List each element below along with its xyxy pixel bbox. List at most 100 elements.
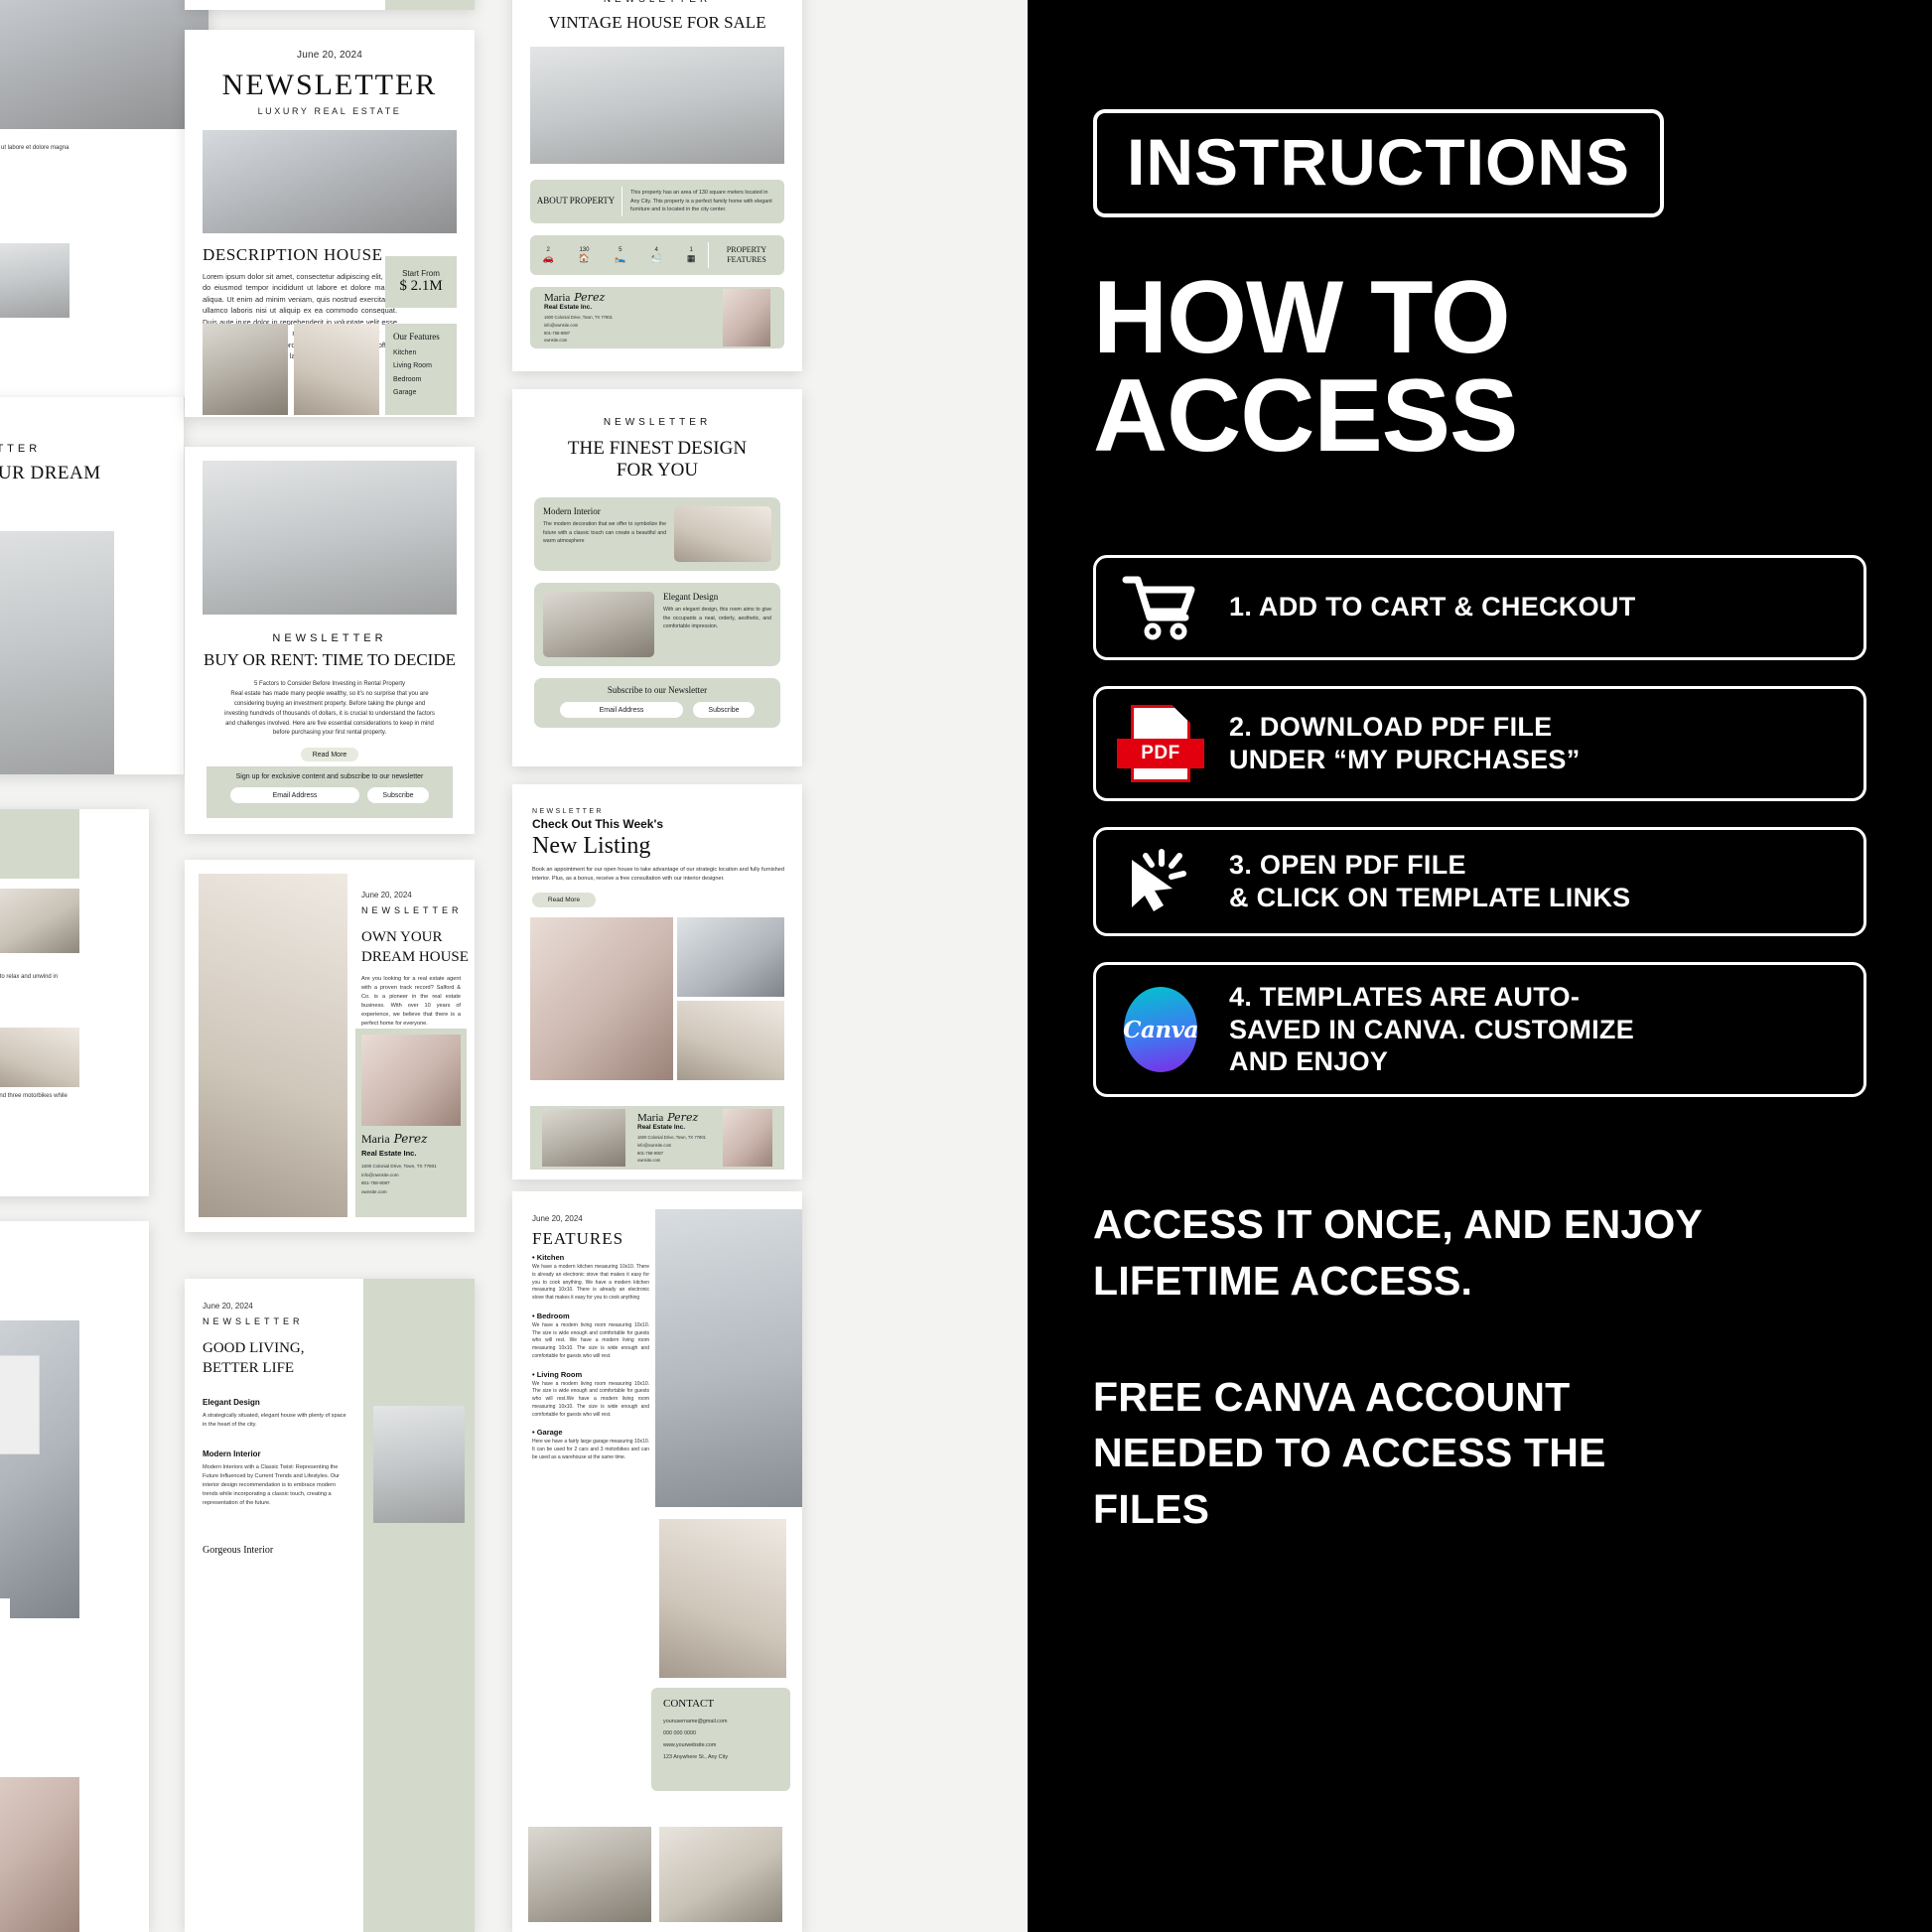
collage-card-finest-design[interactable]: NEWSLETTER THE FINEST DESIGN FOR YOU Mod… <box>512 389 802 766</box>
section-2-title: Modern Interior <box>203 1449 261 1458</box>
stat-car: 2 🚗 <box>543 247 554 264</box>
card-eyebrow: NEWSLETTER <box>512 0 802 5</box>
photo-chair <box>659 1519 786 1678</box>
collage-card-vintage[interactable]: NEWSLETTER VINTAGE HOUSE FOR SALE ABOUT … <box>512 0 802 371</box>
email-input[interactable]: Email Address <box>230 787 359 803</box>
agent-name: Maria <box>637 1111 664 1124</box>
photo-agent <box>0 1777 79 1932</box>
collage-card-estate-topleft[interactable]: ATE rcing elit, sed do r ut labore et do… <box>0 0 208 397</box>
card-body-fragment: rcing elit, sed do r ut labore et dolore… <box>0 145 69 151</box>
subscribe-button[interactable]: Subscribe <box>367 787 429 803</box>
features-label: PROPERTY FEATURES <box>726 244 767 264</box>
feature-item: Living Room <box>393 362 432 370</box>
collage-card-environment[interactable]: June 20, 2024 NEWSLETTER ENVIRONMENT Mod… <box>0 1221 149 1932</box>
step-add-to-cart[interactable]: 1. ADD TO CART & CHECKOUT <box>1093 554 1866 660</box>
card-title-line1: OWN YOUR DREAM <box>0 463 101 483</box>
step-open-pdf[interactable]: 3. OPEN PDF FILE & CLICK ON TEMPLATE LIN… <box>1093 826 1866 936</box>
block-2-text: With an elegant design, this room aims t… <box>663 607 771 630</box>
step-canva-autosave[interactable]: Canva 4. TEMPLATES ARE AUTO- SAVED IN CA… <box>1093 961 1866 1098</box>
agent-company: Real Estate Inc. <box>637 1123 686 1131</box>
card-title: NEWSLETTER <box>221 69 438 101</box>
features-box: Our Features Kitchen Living Room Bedroom… <box>385 324 457 415</box>
agent-company: Real Estate Inc. <box>544 303 593 311</box>
agent-name: Maria <box>544 291 571 304</box>
read-more-button[interactable]: Read More <box>301 748 358 762</box>
section-1-text: A strategically situated, elegant house … <box>203 1413 346 1428</box>
step-3-line1: 3. OPEN PDF FILE <box>1229 849 1466 880</box>
car-icon: 🚗 <box>542 252 554 263</box>
agent-contact: ownsite.com <box>544 338 568 344</box>
section-3-title: Gorgeous Interior <box>203 1545 274 1556</box>
collage-card-newsletter-luxury[interactable]: June 20, 2024 NEWSLETTER LUXURY REAL EST… <box>185 30 475 417</box>
step-1-label: 1. ADD TO CART & CHECKOUT <box>1229 591 1636 623</box>
photo-dining <box>199 874 347 1217</box>
stat-bath: 4 🛀 <box>651 247 662 264</box>
price-label: Start From <box>402 269 440 278</box>
agent-box: Maria Perez Real Estate Inc. 1600 Coloni… <box>530 1106 784 1170</box>
estate-caption: Modern Real Estate. Description Located … <box>0 1598 10 1715</box>
collage-card-rooms-left[interactable]: complete with an room living room is 10x… <box>0 809 149 1196</box>
subscribe-button[interactable]: Subscribe <box>693 702 755 718</box>
block-2-title: Elegant Design <box>663 592 719 602</box>
collage-card-new-listing[interactable]: NEWSLETTER Check Out This Week's New Lis… <box>512 784 802 1179</box>
card-eyebrow: NEWSLETTER <box>0 443 42 455</box>
subscribe-box: Subscribe to our Newsletter Email Addres… <box>534 678 780 728</box>
photo-agent <box>723 289 770 346</box>
feature-label: • Living Room <box>532 1369 583 1379</box>
feature-label: • Garage <box>532 1428 563 1438</box>
card-eyebrow: NEWSLETTER <box>203 1316 304 1326</box>
stat-bed: 5 🛌 <box>615 247 625 264</box>
photo-elegant-design <box>543 592 654 657</box>
collage-card-dream-left[interactable]: June 20, 2024 NEWSLETTER OWN YOUR DREAM … <box>0 397 184 774</box>
agent-card: Maria Perez Real Estate Inc. 1600 Coloni… <box>355 1029 467 1217</box>
page-title: HOW TO ACCESS <box>1093 266 1866 474</box>
block-1-title: Modern Interior <box>543 506 601 516</box>
card-eyebrow: NEWSLETTER <box>272 632 387 644</box>
agent-name-script: Perez <box>667 1110 699 1124</box>
subscribe-title: Subscribe to our Newsletter <box>607 685 708 695</box>
rooms-text-garage: spacious 10x10 garage that can accommoda… <box>0 1093 68 1099</box>
photo-interior-right <box>373 1406 465 1523</box>
card-subtitle: LUXURY REAL ESTATE <box>257 106 402 116</box>
photo-modern-interior <box>674 506 771 562</box>
step-4-line1: 4. TEMPLATES ARE AUTO- <box>1229 981 1581 1012</box>
card-title-line1: THE FINEST DESIGN <box>567 438 748 459</box>
photo-room-2 <box>0 1028 79 1087</box>
agent-name: Maria <box>361 1132 390 1146</box>
price-value: $ 2.1M <box>399 278 443 294</box>
card-body: Are you looking for a real estate agent … <box>361 976 461 1027</box>
collage-card-own-dream-house[interactable]: June 20, 2024 NEWSLETTER OWN YOUR DREAM … <box>185 860 475 1232</box>
collage-card-stub-top[interactable] <box>185 0 475 10</box>
photo-agent-left <box>542 1109 625 1167</box>
step-4-line2: SAVED IN CANVA. CUSTOMIZE <box>1229 1014 1635 1044</box>
collage-card-good-living[interactable]: June 20, 2024 NEWSLETTER GOOD LIVING, BE… <box>185 1279 475 1932</box>
collage-card-features[interactable]: June 20, 2024 FEATURES • Kitchen We have… <box>512 1191 802 1932</box>
subscribe-prompt: Sign up for exclusive content and subscr… <box>235 773 424 780</box>
instructions-badge-label: INSTRUCTIONS <box>1127 125 1630 199</box>
contact-title: CONTACT <box>663 1698 715 1710</box>
agent-contact: info@ownsite.com <box>361 1172 399 1177</box>
sage-band <box>0 809 79 879</box>
property-features-box: 2 🚗 130 🏠 5 🛌 4 🛀 1 ▦ PROPERTY FEATURES <box>530 235 784 275</box>
step-3-label: 3. OPEN PDF FILE & CLICK ON TEMPLATE LIN… <box>1229 849 1630 914</box>
step-download-pdf[interactable]: PDF 2. DOWNLOAD PDF FILE UNDER “MY PURCH… <box>1093 685 1866 801</box>
feature-text: We have a modern kitchen measuring 10x10… <box>532 1264 649 1301</box>
photo-hero-kitchen <box>203 130 457 233</box>
steps-list: 1. ADD TO CART & CHECKOUT PDF 2. DOWNLOA… <box>1093 554 1866 1098</box>
email-input[interactable]: Email Address <box>560 702 683 718</box>
read-more-button[interactable]: Read More <box>532 892 596 907</box>
stat-stairs: 1 ▦ <box>687 247 696 264</box>
bed-icon: 🛌 <box>615 252 626 263</box>
photo-kitchen <box>0 531 114 774</box>
card-title: BUY OR RENT: TIME TO DECIDE <box>204 650 456 669</box>
contact-box: CONTACT yourusername@gmail.com 000 000 0… <box>651 1688 790 1791</box>
agent-contact: 801-758-9087 <box>544 330 571 336</box>
agent-contact: 801-758-9087 <box>361 1180 390 1186</box>
photo-interior <box>0 0 208 129</box>
card-kicker: Check Out This Week's <box>532 817 664 831</box>
agent-name-script: Perez <box>393 1132 428 1146</box>
agent-contact: 1600 Colonial Drive, Town, TX 77801 <box>544 314 613 320</box>
collage-card-buy-or-rent[interactable]: NEWSLETTER BUY OR RENT: TIME TO DECIDE 5… <box>185 447 475 834</box>
page-title-line2: ACCESS <box>1093 357 1518 474</box>
canva-logo-icon: Canva <box>1118 987 1203 1072</box>
